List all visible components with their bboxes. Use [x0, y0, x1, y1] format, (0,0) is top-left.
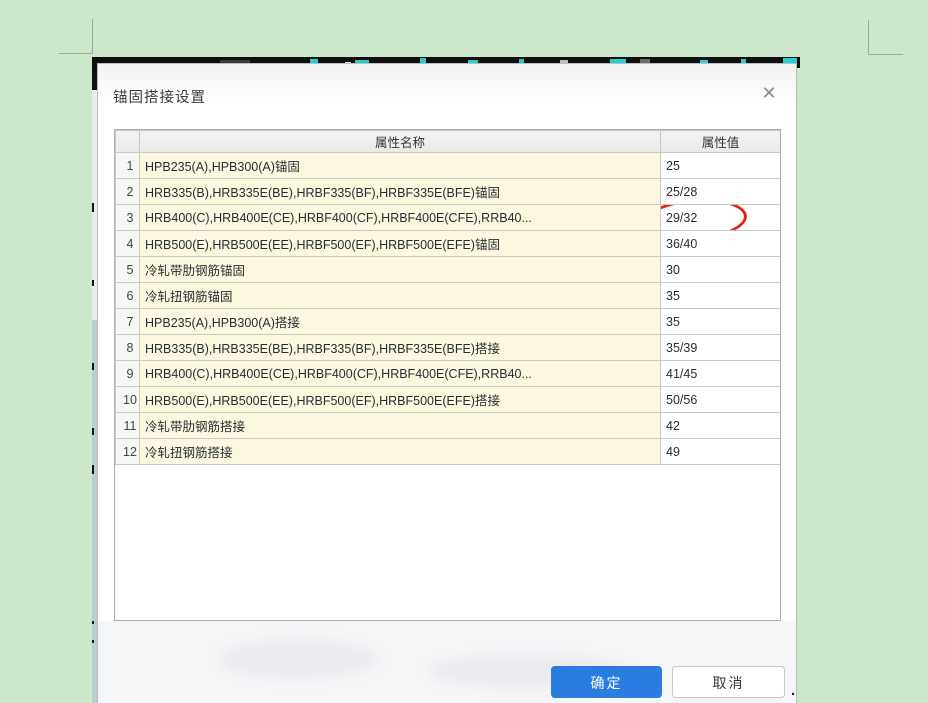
- table-row[interactable]: 10 HRB500(E),HRB500E(EE),HRBF500(EF),HRB…: [115, 386, 780, 413]
- table-row[interactable]: 5 冷轧带肋钢筋锚固 30: [115, 256, 780, 283]
- property-value-text: 30: [666, 262, 680, 277]
- sliver-mark: [92, 280, 94, 286]
- property-name-cell: HPB235(A),HPB300(A)搭接: [139, 308, 661, 335]
- row-index-cell: 5: [115, 256, 140, 283]
- property-value-text: 50/56: [666, 392, 698, 407]
- property-value-cell[interactable]: 35: [660, 308, 780, 335]
- row-index-cell: 6: [115, 282, 140, 309]
- sliver-mark: [92, 640, 94, 643]
- row-index-cell: 1: [115, 152, 140, 179]
- sliver-mark: [92, 203, 94, 212]
- page-corner-mark-left: [59, 19, 93, 54]
- table-row[interactable]: 2 HRB335(B),HRB335E(BE),HRBF335(BF),HRBF…: [115, 178, 780, 205]
- table-row[interactable]: 12 冷轧扭钢筋搭接 49: [115, 438, 780, 465]
- property-value-text: 25/28: [666, 184, 698, 199]
- row-index-cell: 7: [115, 308, 140, 335]
- property-value-text: 25: [666, 158, 680, 173]
- header-property-name: 属性名称: [139, 130, 661, 153]
- header-property-value: 属性值: [660, 130, 780, 153]
- table-row[interactable]: 1 HPB235(A),HPB300(A)锚固 25: [115, 152, 780, 179]
- header-index: [115, 130, 140, 153]
- property-name-cell: HRB400(C),HRB400E(CE),HRBF400(CF),HRBF40…: [139, 204, 661, 231]
- property-value-text: 49: [666, 444, 680, 459]
- property-value-cell[interactable]: 30: [660, 256, 780, 283]
- property-name-cell: HPB235(A),HPB300(A)锚固: [139, 152, 661, 179]
- property-name-cell: 冷轧扭钢筋锚固: [139, 282, 661, 309]
- table-row[interactable]: 4 HRB500(E),HRB500E(EE),HRBF500(EF),HRBF…: [115, 230, 780, 257]
- footer-smudge: [218, 639, 378, 679]
- table-row[interactable]: 6 冷轧扭钢筋锚固 35: [115, 282, 780, 309]
- anchorage-lap-settings-dialog: 锚固搭接设置 ✕ 属性名称 属性值 1 HPB235(A),HPB300(A)锚…: [97, 63, 797, 703]
- table-row[interactable]: 8 HRB335(B),HRB335E(BE),HRBF335(BF),HRBF…: [115, 334, 780, 361]
- row-index-cell: 12: [115, 438, 140, 465]
- property-value-cell[interactable]: 29/32: [660, 204, 780, 231]
- property-name-cell: HRB335(B),HRB335E(BE),HRBF335(BF),HRBF33…: [139, 334, 661, 361]
- property-value-cell[interactable]: 42: [660, 412, 780, 439]
- property-name-cell: HRB500(E),HRB500E(EE),HRBF500(EF),HRBF50…: [139, 386, 661, 413]
- cancel-button[interactable]: 取消: [672, 666, 785, 698]
- row-index-cell: 11: [115, 412, 140, 439]
- page: 锚固搭接设置 ✕ 属性名称 属性值 1 HPB235(A),HPB300(A)锚…: [0, 0, 928, 703]
- property-name-cell: 冷轧带肋钢筋搭接: [139, 412, 661, 439]
- row-index-cell: 9: [115, 360, 140, 387]
- property-value-cell[interactable]: 25/28: [660, 178, 780, 205]
- row-index-cell: 4: [115, 230, 140, 257]
- property-value-text: 41/45: [666, 366, 698, 381]
- table-row[interactable]: 11 冷轧带肋钢筋搭接 42: [115, 412, 780, 439]
- property-name-cell: HRB335(B),HRB335E(BE),HRBF335(BF),HRBF33…: [139, 178, 661, 205]
- property-value-cell[interactable]: 41/45: [660, 360, 780, 387]
- property-value-cell[interactable]: 25: [660, 152, 780, 179]
- table-row[interactable]: 9 HRB400(C),HRB400E(CE),HRBF400(CF),HRBF…: [115, 360, 780, 387]
- row-index-cell: 8: [115, 334, 140, 361]
- row-index-cell: 2: [115, 178, 140, 205]
- property-value-cell[interactable]: 50/56: [660, 386, 780, 413]
- table-body: 1 HPB235(A),HPB300(A)锚固 25 2 HRB335(B),H…: [115, 152, 780, 465]
- sliver-mark: [92, 428, 94, 435]
- trailing-period: .: [791, 682, 796, 699]
- close-icon[interactable]: ✕: [758, 82, 780, 104]
- sliver-mark: [92, 363, 94, 370]
- properties-grid: 属性名称 属性值 1 HPB235(A),HPB300(A)锚固 25 2 HR…: [115, 130, 780, 465]
- ok-button[interactable]: 确定: [551, 666, 662, 698]
- sliver-mark: [92, 465, 94, 474]
- property-value-text: 36/40: [666, 236, 698, 251]
- properties-table: 属性名称 属性值 1 HPB235(A),HPB300(A)锚固 25 2 HR…: [114, 129, 781, 621]
- table-row[interactable]: 3 HRB400(C),HRB400E(CE),HRBF400(CF),HRBF…: [115, 204, 780, 231]
- property-name-cell: 冷轧扭钢筋搭接: [139, 438, 661, 465]
- property-value-cell[interactable]: 35/39: [660, 334, 780, 361]
- property-value-text: 35: [666, 288, 680, 303]
- page-corner-mark-right: [868, 20, 903, 55]
- property-value-text: 35: [666, 314, 680, 329]
- property-value-text: 29/32: [666, 210, 698, 225]
- row-index-cell: 10: [115, 386, 140, 413]
- property-value-cell[interactable]: 36/40: [660, 230, 780, 257]
- dialog-title: 锚固搭接设置: [113, 90, 206, 106]
- property-value-text: 42: [666, 418, 680, 433]
- property-name-cell: HRB500(E),HRB500E(EE),HRBF500(EF),HRBF50…: [139, 230, 661, 257]
- table-row[interactable]: 7 HPB235(A),HPB300(A)搭接 35: [115, 308, 780, 335]
- table-header-row: 属性名称 属性值: [115, 130, 780, 153]
- property-name-cell: HRB400(C),HRB400E(CE),HRBF400(CF),HRBF40…: [139, 360, 661, 387]
- property-value-cell[interactable]: 49: [660, 438, 780, 465]
- property-value-cell[interactable]: 35: [660, 282, 780, 309]
- sliver-mark: [92, 621, 94, 624]
- property-name-cell: 冷轧带肋钢筋锚固: [139, 256, 661, 283]
- row-index-cell: 3: [115, 204, 140, 231]
- property-value-text: 35/39: [666, 340, 698, 355]
